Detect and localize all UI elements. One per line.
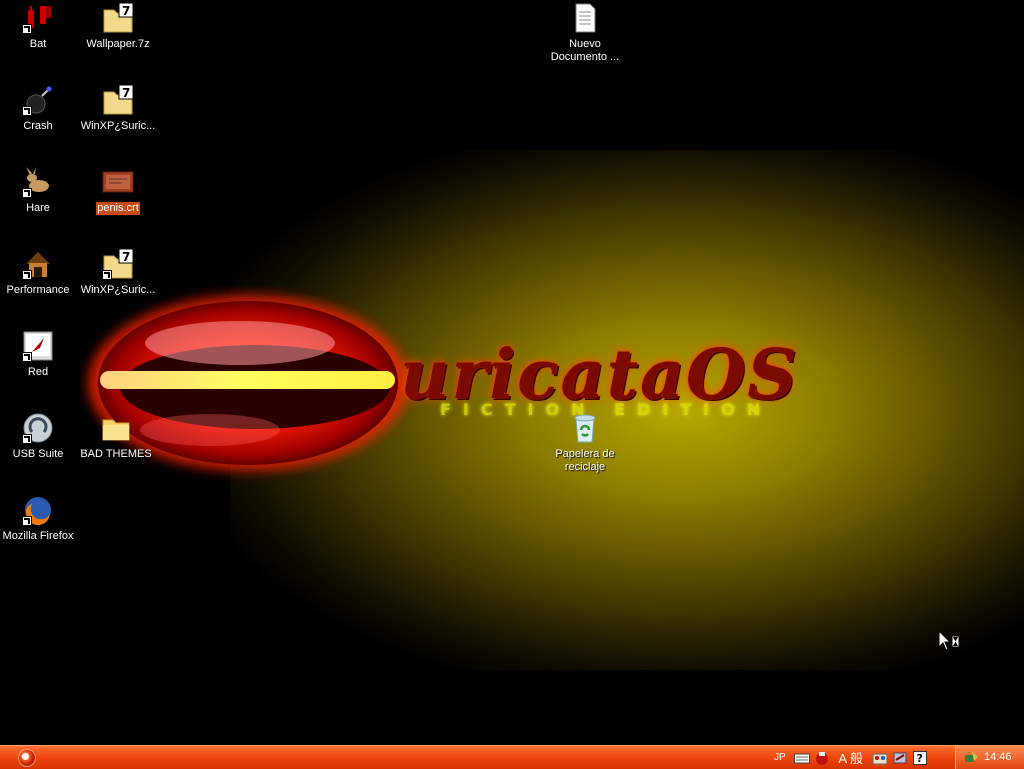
ime-tools-icon[interactable] [872, 750, 888, 766]
window-rocket-icon [22, 330, 54, 362]
desktop-icon-label: Wallpaper.7z [86, 38, 150, 50]
network-icon[interactable] [964, 749, 980, 765]
desktop-icon-wallpaper-7z[interactable]: 7 Wallpaper.7z [78, 2, 158, 51]
keyboard-icon[interactable] [793, 750, 810, 766]
bat-file-icon [22, 2, 54, 34]
help-icon[interactable]: ? [912, 750, 928, 766]
shortcut-arrow-icon [22, 352, 32, 362]
desktop-icon-label: Hare [26, 202, 50, 214]
desktop-icon-label: Mozilla Firefox [2, 530, 74, 542]
svg-text:7: 7 [122, 86, 130, 100]
desktop-icon-winxp-suric-1[interactable]: 7 WinXP¿Suric... [78, 84, 158, 133]
language-indicator[interactable]: JP [774, 752, 786, 763]
desktop-icon-crash[interactable]: Crash [0, 84, 78, 133]
desktop-icon-label: BAD THEMES [80, 448, 152, 460]
desktop-icon-label: Performance [6, 284, 70, 296]
desktop-icon-recycle-bin[interactable]: Papelera de reciclaje [545, 412, 625, 474]
usb-suite-icon [22, 412, 54, 444]
7z-archive-icon: 7 [102, 2, 134, 34]
7z-archive-icon: 7 [102, 84, 134, 116]
desktop-icon-label: Nuevo Documento ... [550, 38, 620, 63]
desktop-icon-performance[interactable]: Performance [0, 248, 78, 297]
busy-cursor-icon [938, 630, 960, 651]
hare-icon [22, 166, 54, 198]
start-button[interactable] [18, 749, 36, 767]
ime-mode-indicator[interactable]: A 般 [834, 750, 868, 766]
text-document-icon [569, 2, 601, 34]
tray-clock-area: 14:46 [955, 746, 1024, 769]
desktop-icon-label: Papelera de reciclaje [555, 448, 615, 473]
taskbar: JP A 般 ? 14:46 [0, 745, 1024, 769]
desktop-icon-label: penis.crt [96, 202, 140, 215]
bomb-icon [22, 84, 54, 116]
7z-archive-icon: 7 [102, 248, 134, 280]
desktop-icon-bad-themes[interactable]: BAD THEMES [76, 412, 156, 461]
shortcut-arrow-icon [22, 24, 32, 34]
svg-text:7: 7 [122, 250, 130, 264]
desktop-icon-label: WinXP¿Suric... [80, 284, 156, 296]
doghouse-icon [22, 248, 54, 280]
shortcut-arrow-icon [22, 434, 32, 444]
desktop-icon-bat[interactable]: Bat [0, 2, 78, 51]
recycle-bin-icon [569, 412, 601, 444]
wallpaper-logo-subtitle: FICTION EDITION [440, 400, 773, 419]
desktop-icon-label: Red [27, 366, 49, 378]
desktop-icon-hare[interactable]: Hare [0, 166, 78, 215]
desktop-icon-red[interactable]: Red [0, 330, 78, 379]
svg-text:7: 7 [122, 4, 130, 18]
desktop-icon-usb-suite[interactable]: USB Suite [0, 412, 78, 461]
desktop[interactable]: uricataOS FICTION EDITION Bat 7 Wallpape… [0, 0, 1024, 745]
desktop-icon-nuevo-documento[interactable]: Nuevo Documento ... [545, 2, 625, 64]
ime-icon[interactable] [814, 750, 830, 766]
shortcut-arrow-icon [22, 516, 32, 526]
shortcut-arrow-icon [22, 188, 32, 198]
shortcut-arrow-icon [22, 106, 32, 116]
folder-icon [100, 412, 132, 444]
desktop-icon-penis-crt[interactable]: penis.crt [78, 166, 158, 215]
clock[interactable]: 14:46 [984, 751, 1012, 763]
firefox-icon [22, 494, 54, 526]
shortcut-arrow-icon [22, 270, 32, 280]
desktop-icon-label: WinXP¿Suric... [80, 120, 156, 132]
desktop-icon-label: Crash [23, 120, 53, 132]
ime-pad-icon[interactable] [892, 750, 908, 766]
desktop-icon-label: Bat [29, 38, 47, 50]
desktop-icon-label: USB Suite [12, 448, 64, 460]
desktop-icon-winxp-suric-2[interactable]: 7 WinXP¿Suric... [78, 248, 158, 297]
shortcut-arrow-icon [102, 270, 112, 280]
svg-text:?: ? [916, 752, 922, 765]
certificate-icon [102, 166, 134, 198]
desktop-icon-mozilla-firefox[interactable]: Mozilla Firefox [0, 494, 78, 543]
